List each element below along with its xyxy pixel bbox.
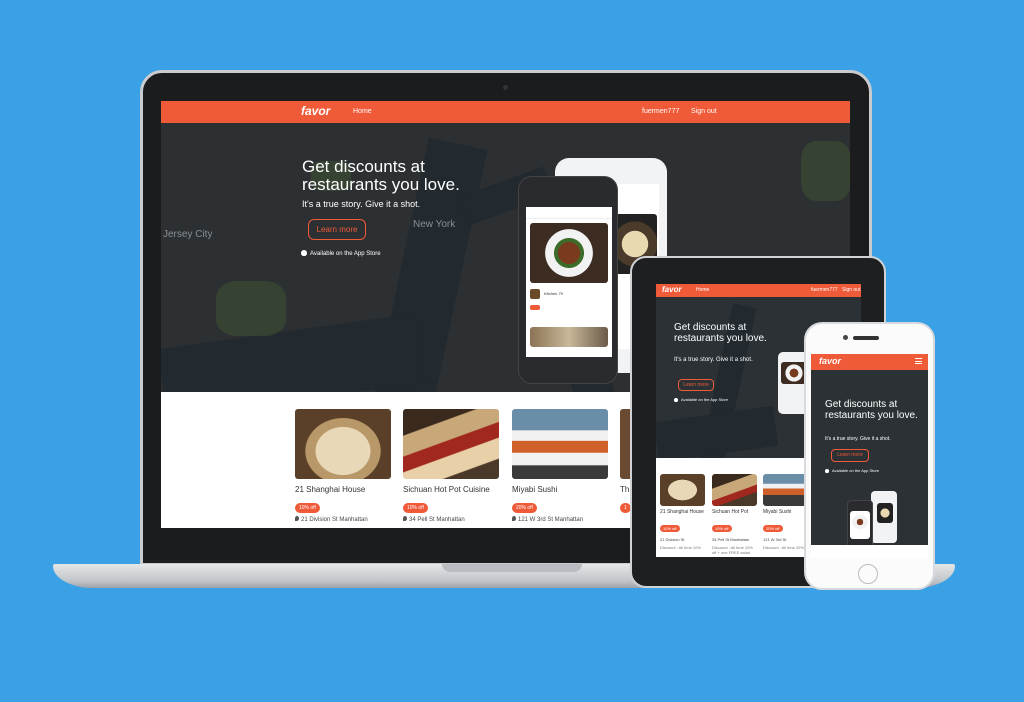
- tablet-nav-user-link[interactable]: fuermen777: [811, 287, 838, 293]
- restaurant-note: Discount : All time 10% off + one FREE s…: [712, 545, 753, 555]
- app-store-label: Available on the App Store: [310, 251, 381, 257]
- tablet-hero-subtitle: It's a true story. Give it a shot.: [674, 357, 753, 363]
- restaurant-photo: [403, 409, 499, 479]
- discount-badge: 20% off: [512, 503, 537, 513]
- phone-card-strip: [811, 545, 928, 558]
- discount-badge: 10% off: [403, 503, 428, 513]
- restaurant-name: 21 Shanghai House: [295, 485, 366, 494]
- tablet-learn-more-button[interactable]: Learn more: [678, 379, 714, 391]
- restaurant-photo: [660, 474, 705, 506]
- phone-speaker: [853, 336, 879, 340]
- app-item-name: Kitchen 79: [544, 291, 563, 296]
- phone-camera: [843, 335, 848, 340]
- restaurant-name: 21 Shanghai House: [660, 509, 704, 515]
- restaurant-address: 34 Pell St Manhattan: [409, 517, 465, 523]
- favor-logo[interactable]: favor: [301, 104, 330, 118]
- restaurant-name: Sichuan Hot Pot Cuisine: [403, 485, 490, 494]
- tablet-app-store-label: Available on the App Store: [681, 397, 729, 402]
- tablet-app-store-badge[interactable]: Available on the App Store: [674, 397, 728, 402]
- laptop-notch: [442, 564, 582, 572]
- restaurant-address: 121 W 3rd St Manhattan: [518, 517, 584, 523]
- restaurant-name: Miyabi Sushi: [512, 485, 558, 494]
- location-pin-icon: [512, 516, 516, 521]
- restaurant-photo: [763, 474, 808, 506]
- location-pin-icon: [295, 516, 299, 521]
- preview-phone-black: Kitchen 79: [518, 176, 618, 384]
- restaurant-photo: [512, 409, 608, 479]
- discount-badge: 20% off: [763, 525, 783, 532]
- apple-icon: [674, 398, 678, 402]
- restaurant-card[interactable]: Miyabi Sushi 20% off 121 W 3rd St Manhat…: [512, 409, 608, 523]
- tablet-restaurant-card[interactable]: Sichuan Hot Pot 10% off 34 Pell St Manha…: [712, 474, 757, 555]
- tablet-hero-title: Get discounts at restaurants you love.: [674, 322, 767, 344]
- tablet-restaurant-card[interactable]: 21 Shanghai House 10% off 21 Division St…: [660, 474, 705, 550]
- hero-subtitle: It's a true story. Give it a shot.: [302, 199, 421, 209]
- restaurant-note: Discount : All time 20%: [763, 545, 804, 550]
- hero-title: Get discounts at restaurants you love.: [302, 157, 460, 194]
- map-label-jersey-city: Jersey City: [163, 229, 213, 240]
- restaurant-address: 21 Division St Manhattan: [301, 517, 368, 523]
- phone-favor-logo[interactable]: favor: [819, 356, 841, 366]
- phone-preview-white: [871, 491, 897, 543]
- discount-badge: 10% off: [712, 525, 732, 532]
- restaurant-name: Sichuan Hot Pot: [712, 509, 749, 515]
- phone-hero-title: Get discounts at restaurants you love.: [825, 399, 918, 421]
- nav-sign-out-link[interactable]: Sign out: [691, 108, 717, 115]
- nav-user-link[interactable]: fuermen777: [642, 108, 679, 115]
- restaurant-address: 34 Pell St Manhattan: [712, 537, 750, 542]
- tablet-restaurant-card[interactable]: Miyabi Sushi 20% off 121 W 3rd St Discou…: [763, 474, 808, 550]
- hamburger-menu-icon[interactable]: [915, 358, 922, 364]
- restaurant-note: Discount : All time 10%: [660, 545, 701, 550]
- nav-home-link[interactable]: Home: [353, 108, 372, 115]
- tablet-favor-logo[interactable]: favor: [662, 285, 682, 294]
- tablet-nav-sign-out-link[interactable]: Sign out: [842, 287, 860, 293]
- laptop-camera: [503, 85, 508, 90]
- tablet-nav-home-link[interactable]: Home: [696, 287, 709, 293]
- apple-icon: [301, 250, 307, 256]
- phone-hero-subtitle: It's a true story. Give it a shot.: [825, 436, 891, 442]
- apple-icon: [825, 469, 829, 473]
- restaurant-address: 121 W 3rd St: [763, 537, 787, 542]
- map-label-new-york: New York: [413, 219, 456, 230]
- tablet-navbar: favor Home fuermen777 Sign out: [656, 284, 861, 297]
- restaurant-card[interactable]: Sichuan Hot Pot Cuisine 10% off 34 Pell …: [403, 409, 499, 523]
- app-store-badge[interactable]: Available on the App Store: [301, 250, 381, 257]
- navbar: favor Home fuermen777 Sign out: [161, 101, 850, 123]
- discount-badge: 10% off: [660, 525, 680, 532]
- location-pin-icon: [403, 516, 407, 521]
- phone-app-store-label: Available on the App Store: [832, 468, 880, 473]
- restaurant-name: Miyabi Sushi: [763, 509, 792, 515]
- restaurant-photo: [712, 474, 757, 506]
- restaurant-card[interactable]: 21 Shanghai House 10% off 21 Division St…: [295, 409, 391, 523]
- phone-screen: favor Get discounts at restaurants you l…: [811, 354, 928, 558]
- phone-navbar: favor: [811, 354, 928, 370]
- restaurant-photo: [295, 409, 391, 479]
- restaurant-address: 21 Division St: [660, 537, 685, 542]
- learn-more-button[interactable]: Learn more: [308, 219, 366, 240]
- app-header: [526, 207, 612, 219]
- phone-app-store-badge[interactable]: Available on the App Store: [825, 468, 879, 473]
- phone-learn-more-button[interactable]: Learn more: [831, 449, 869, 462]
- phone-home-button[interactable]: [858, 564, 878, 584]
- discount-badge: 10% off: [295, 503, 320, 513]
